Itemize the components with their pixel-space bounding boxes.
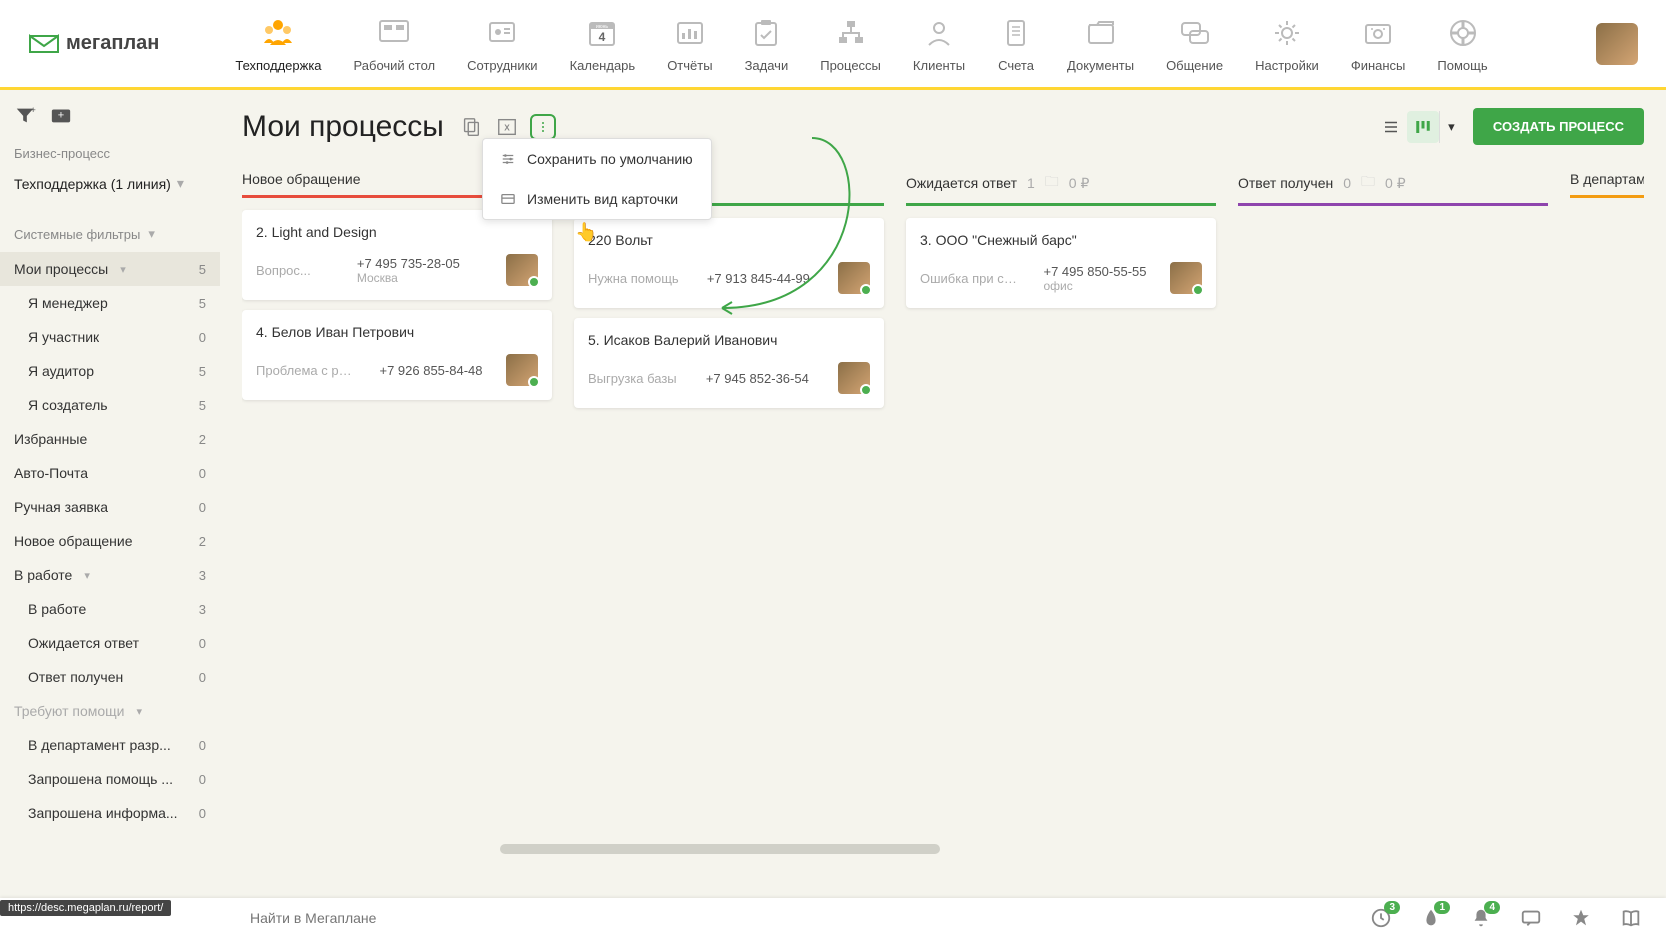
nav-bills[interactable]: Счета	[981, 6, 1051, 81]
kanban-column: Ожидается ответ 1 🗀 0 ₽ 3. ООО "Снежный …	[906, 163, 1216, 883]
svg-text:+: +	[31, 105, 36, 115]
column-header[interactable]: Ответ получен 0 🗀 0 ₽	[1238, 163, 1548, 206]
sidebar-item[interactable]: Избранные2	[0, 422, 220, 456]
create-process-button[interactable]: СОЗДАТЬ ПРОЦЕСС	[1473, 108, 1644, 145]
process-card[interactable]: 4. Белов Иван ПетровичПроблема с рассы..…	[242, 310, 552, 400]
svg-text:июнь: июнь	[596, 24, 608, 30]
logo-icon	[28, 32, 60, 56]
column-header[interactable]: Ожидается ответ 1 🗀 0 ₽	[906, 163, 1216, 206]
status-url-tooltip: https://desc.megaplan.ru/report/	[0, 900, 171, 916]
sidebar-item[interactable]: Ручная заявка0	[0, 490, 220, 524]
layout: + + Бизнес-процесс Техподдержка (1 линия…	[0, 90, 1666, 898]
topbar: мегаплан Техподдержка Рабочий стол Сотру…	[0, 0, 1666, 90]
folder-icon: 🗀	[1045, 171, 1059, 195]
bell-icon[interactable]: 4	[1470, 907, 1492, 929]
fire-icon[interactable]: 1	[1420, 907, 1442, 929]
assignee-avatar[interactable]	[506, 354, 538, 386]
sidebar-item[interactable]: Ответ получен0	[0, 660, 220, 694]
nav-help[interactable]: Помощь	[1421, 6, 1503, 81]
bottombar: 3 1 4	[0, 898, 1666, 938]
nav-staff[interactable]: Сотрудники	[451, 6, 553, 81]
process-card[interactable]: 2. Light and DesignВопрос...+7 495 735-2…	[242, 210, 552, 300]
assignee-avatar[interactable]	[506, 254, 538, 286]
nav-processes[interactable]: Процессы	[804, 6, 897, 81]
sidebar-item[interactable]: В департамент разр...0	[0, 728, 220, 762]
page-title: Мои процессы	[242, 110, 444, 144]
view-dropdown-icon[interactable]: ▾	[1439, 111, 1463, 143]
sidebar-item[interactable]: Я участник0	[0, 320, 220, 354]
svg-text:X: X	[504, 123, 510, 132]
nav-settings[interactable]: Настройки	[1239, 6, 1335, 81]
sidebar-item[interactable]: Авто-Почта0	[0, 456, 220, 490]
assignee-avatar[interactable]	[838, 362, 870, 394]
svg-text:+: +	[58, 110, 64, 122]
add-folder-icon[interactable]: +	[50, 104, 72, 126]
main-header: Мои процессы X ▾ СОЗДАТЬ ПРОЦЕСС	[242, 108, 1644, 145]
sidebar-item[interactable]: Мои процессы▾5	[0, 252, 220, 286]
nav-reports[interactable]: Отчёты	[651, 6, 728, 81]
sliders-icon	[501, 152, 515, 166]
sidebar-item[interactable]: В работе▾3	[0, 558, 220, 592]
process-card[interactable]: 3. ООО "Снежный барс"Ошибка при созда...…	[906, 218, 1216, 308]
sidebar: + + Бизнес-процесс Техподдержка (1 линия…	[0, 90, 220, 898]
view-kanban-icon[interactable]	[1407, 111, 1439, 143]
more-options-icon[interactable]	[530, 114, 556, 140]
nav-support[interactable]: Техподдержка	[219, 6, 337, 81]
process-card[interactable]: 5. Исаков Валерий ИвановичВыгрузка базы+…	[574, 318, 884, 408]
kanban-column: Новое обращение 2. Light and DesignВопро…	[242, 163, 552, 883]
svg-text:4: 4	[599, 30, 606, 44]
bp-select[interactable]: Техподдержка (1 линия)▾	[0, 167, 220, 200]
nav-chat[interactable]: Общение	[1150, 6, 1239, 81]
kanban-board: Новое обращение 2. Light and DesignВопро…	[242, 163, 1644, 883]
chat-icon[interactable]	[1520, 907, 1542, 929]
sidebar-item[interactable]: Запрошена помощь ...0	[0, 762, 220, 796]
nav-tasks[interactable]: Задачи	[729, 6, 805, 81]
dropdown-change-card-view[interactable]: Изменить вид карточки	[483, 179, 711, 219]
kanban-column: Ответ получен 0 🗀 0 ₽	[1238, 163, 1548, 883]
user-avatar[interactable]	[1596, 23, 1638, 65]
nav-calendar[interactable]: 4июньКалендарь	[554, 6, 652, 81]
sidebar-item[interactable]: Ожидается ответ0	[0, 626, 220, 660]
nav-clients[interactable]: Клиенты	[897, 6, 981, 81]
logo[interactable]: мегаплан	[28, 32, 159, 56]
global-search-input[interactable]	[20, 898, 1426, 938]
view-list-icon[interactable]	[1375, 111, 1407, 143]
main: Мои процессы X ▾ СОЗДАТЬ ПРОЦЕСС Сохрани…	[220, 90, 1666, 898]
excel-export-icon[interactable]: X	[494, 114, 520, 140]
sidebar-item[interactable]: Запрошена информа...0	[0, 796, 220, 830]
more-dropdown: Сохранить по умолчанию Изменить вид карт…	[482, 138, 712, 220]
copy-icon[interactable]	[458, 114, 484, 140]
sidebar-item[interactable]: Я аудитор5	[0, 354, 220, 388]
kanban-column: боте 2 🗀 0 ₽ 220 ВольтНужна помощь+7 913…	[574, 163, 884, 883]
book-icon[interactable]	[1620, 907, 1642, 929]
nav-docs[interactable]: Документы	[1051, 6, 1150, 81]
horizontal-scrollbar[interactable]	[500, 844, 1646, 854]
nav-desktop[interactable]: Рабочий стол	[338, 6, 452, 81]
folder-icon: 🗀	[1361, 171, 1375, 195]
column-header[interactable]: В департамент	[1570, 163, 1644, 198]
sys-filters-header[interactable]: Системные фильтры▾	[0, 216, 220, 252]
dropdown-save-default[interactable]: Сохранить по умолчанию	[483, 139, 711, 179]
nav-finance[interactable]: Финансы	[1335, 6, 1422, 81]
sidebar-item[interactable]: Я создатель5	[0, 388, 220, 422]
assignee-avatar[interactable]	[838, 262, 870, 294]
process-card[interactable]: 220 ВольтНужна помощь+7 913 845-44-99	[574, 218, 884, 308]
clock-icon[interactable]: 3	[1370, 907, 1392, 929]
star-icon[interactable]	[1570, 907, 1592, 929]
sidebar-item[interactable]: Требуют помощи▾	[0, 694, 220, 728]
bp-label: Бизнес-процесс	[0, 140, 220, 167]
card-view-icon	[501, 192, 515, 206]
kanban-column: В департамент	[1570, 163, 1644, 883]
sidebar-item[interactable]: Новое обращение2	[0, 524, 220, 558]
filter-icon[interactable]: +	[14, 104, 36, 126]
sidebar-item[interactable]: В работе3	[0, 592, 220, 626]
top-nav: Техподдержка Рабочий стол Сотрудники 4ию…	[219, 6, 1596, 81]
sidebar-item[interactable]: Я менеджер5	[0, 286, 220, 320]
assignee-avatar[interactable]	[1170, 262, 1202, 294]
